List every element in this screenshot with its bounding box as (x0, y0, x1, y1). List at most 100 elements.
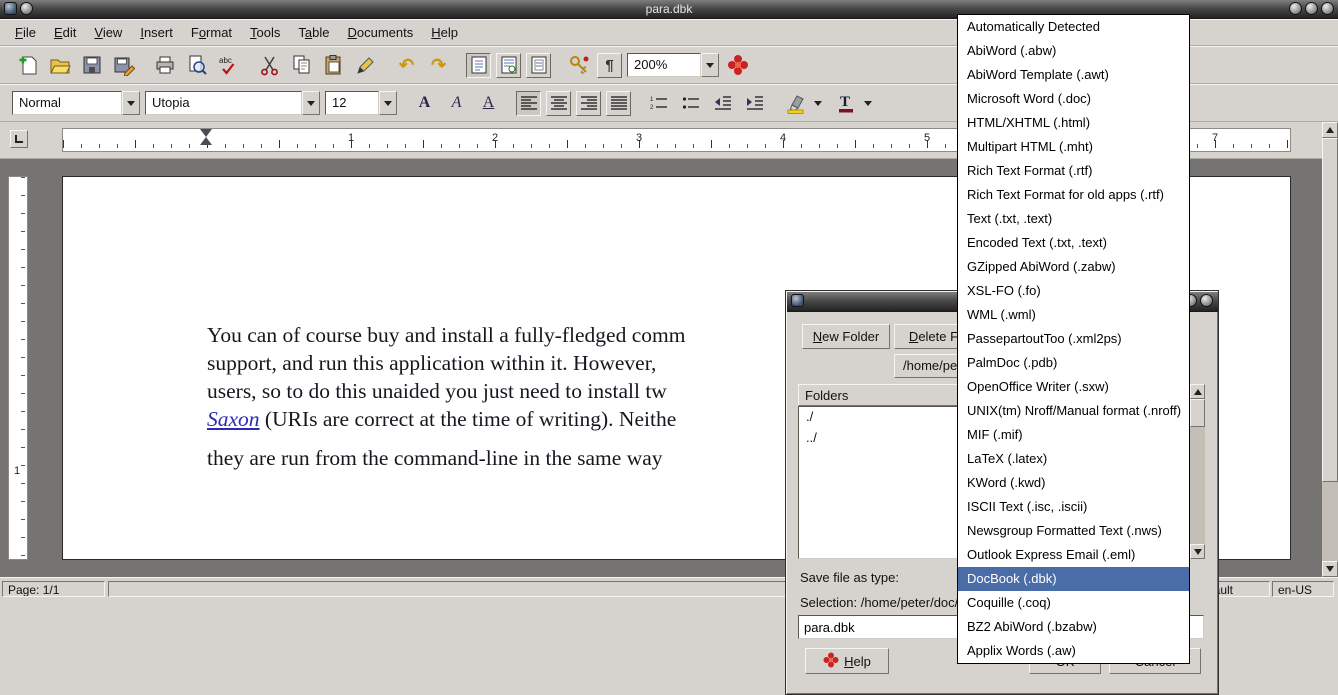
underline-button[interactable]: A (475, 90, 502, 117)
scrollbar-thumb[interactable] (1322, 138, 1338, 482)
font-color-dropdown-button[interactable] (859, 91, 877, 115)
file-type-option[interactable]: Applix Words (.aw) (958, 639, 1189, 663)
decrease-indent-button[interactable] (709, 90, 736, 117)
size-select[interactable]: 12 (325, 91, 397, 115)
bold-button[interactable]: A (411, 90, 438, 117)
save-as-button[interactable] (110, 52, 137, 79)
print-button[interactable] (151, 52, 178, 79)
style-dropdown-button[interactable] (122, 91, 140, 115)
file-type-option[interactable]: MIF (.mif) (958, 423, 1189, 447)
file-type-option[interactable]: Microsoft Word (.doc) (958, 87, 1189, 111)
abiword-help-button[interactable] (724, 52, 751, 79)
file-type-option[interactable]: PalmDoc (.pdb) (958, 351, 1189, 375)
file-type-option[interactable]: AbiWord (.abw) (958, 39, 1189, 63)
zoom-dropdown-button[interactable] (701, 53, 719, 77)
size-dropdown-button[interactable] (379, 91, 397, 115)
scroll-down-button[interactable] (1322, 561, 1338, 577)
file-type-option[interactable]: Outlook Express Email (.eml) (958, 543, 1189, 567)
scroll-up-button[interactable] (1322, 122, 1338, 138)
highlight-button[interactable] (782, 90, 809, 117)
close-button[interactable] (1200, 294, 1213, 307)
font-color-button[interactable]: T (832, 90, 859, 117)
file-type-option[interactable]: XSL-FO (.fo) (958, 279, 1189, 303)
file-type-option[interactable]: Encoded Text (.txt, .text) (958, 231, 1189, 255)
saxon-hyperlink[interactable]: Saxon (207, 407, 260, 431)
file-type-option[interactable]: Rich Text Format for old apps (.rtf) (958, 183, 1189, 207)
file-type-option[interactable]: AbiWord Template (.awt) (958, 63, 1189, 87)
paste-button[interactable] (320, 52, 347, 79)
font-dropdown-button[interactable] (302, 91, 320, 115)
help-button[interactable]: Help (805, 648, 889, 674)
file-type-option[interactable]: Multipart HTML (.mht) (958, 135, 1189, 159)
view-web-button[interactable] (496, 53, 521, 78)
file-type-option[interactable]: WML (.wml) (958, 303, 1189, 327)
show-formatting-button[interactable]: ¶ (597, 53, 622, 78)
file-type-option[interactable]: Text (.txt, .text) (958, 207, 1189, 231)
redo-button[interactable]: ↷ (425, 52, 452, 79)
menu-format[interactable]: Format (182, 21, 241, 44)
file-type-option[interactable]: Newsgroup Formatted Text (.nws) (958, 519, 1189, 543)
vertical-ruler[interactable]: 1 (8, 176, 28, 560)
scroll-down-button[interactable] (1190, 544, 1205, 559)
file-type-option[interactable]: BZ2 AbiWord (.bzabw) (958, 615, 1189, 639)
align-left-button[interactable] (516, 91, 541, 116)
file-type-option[interactable]: DocBook (.dbk) (958, 567, 1189, 591)
undo-button[interactable]: ↶ (393, 52, 420, 79)
file-type-option[interactable]: PassepartoutToo (.xml2ps) (958, 327, 1189, 351)
scroll-up-button[interactable] (1190, 384, 1205, 399)
style-select[interactable]: Normal (12, 91, 140, 115)
file-type-option[interactable]: Rich Text Format (.rtf) (958, 159, 1189, 183)
menu-edit[interactable]: Edit (45, 21, 85, 44)
italic-button[interactable]: A (443, 90, 470, 117)
file-type-option[interactable]: ISCII Text (.isc, .iscii) (958, 495, 1189, 519)
print-preview-button[interactable] (183, 52, 210, 79)
increase-indent-button[interactable] (741, 90, 768, 117)
align-center-button[interactable] (546, 91, 571, 116)
menu-file[interactable]: File (6, 21, 45, 44)
tab-stop-selector[interactable] (10, 130, 28, 148)
edit-pen-button[interactable] (352, 52, 379, 79)
files-scrollbar[interactable] (1190, 384, 1205, 559)
language-indicator[interactable]: en-US (1272, 581, 1334, 597)
vertical-scrollbar[interactable] (1322, 122, 1338, 577)
numbered-list-button[interactable]: 12 (645, 90, 672, 117)
first-line-indent-marker[interactable] (200, 129, 212, 137)
font-select[interactable]: Utopia (145, 91, 320, 115)
file-type-option[interactable]: GZipped AbiWord (.zabw) (958, 255, 1189, 279)
align-justify-button[interactable] (606, 91, 631, 116)
new-folder-button[interactable]: New Folder (802, 324, 890, 349)
file-type-option[interactable]: UNIX(tm) Nroff/Manual format (.nroff) (958, 399, 1189, 423)
file-type-option[interactable]: LaTeX (.latex) (958, 447, 1189, 471)
maximize-button[interactable] (1305, 2, 1318, 15)
menu-tools[interactable]: Tools (241, 21, 289, 44)
minimize-button[interactable] (1289, 2, 1302, 15)
zoom-select[interactable]: 200% (627, 53, 719, 77)
new-document-button[interactable] (14, 52, 41, 79)
close-button[interactable] (1321, 2, 1334, 15)
left-indent-marker[interactable] (200, 137, 212, 145)
bullet-list-button[interactable] (677, 90, 704, 117)
menu-insert[interactable]: Insert (131, 21, 182, 44)
scrollbar-thumb[interactable] (1190, 399, 1205, 427)
window-menu-icon[interactable] (791, 294, 804, 307)
key-icon (568, 54, 590, 76)
highlight-dropdown-button[interactable] (809, 91, 827, 115)
view-print-button[interactable] (526, 53, 551, 78)
file-type-option[interactable]: Automatically Detected (958, 15, 1189, 39)
align-right-button[interactable] (576, 91, 601, 116)
view-normal-button[interactable] (466, 53, 491, 78)
file-type-option[interactable]: OpenOffice Writer (.sxw) (958, 375, 1189, 399)
file-type-option[interactable]: HTML/XHTML (.html) (958, 111, 1189, 135)
file-type-option[interactable]: Coquille (.coq) (958, 591, 1189, 615)
save-button[interactable] (78, 52, 105, 79)
spellcheck-button[interactable]: abc (215, 52, 242, 79)
file-type-option[interactable]: KWord (.kwd) (958, 471, 1189, 495)
menu-view[interactable]: View (85, 21, 131, 44)
menu-documents[interactable]: Documents (339, 21, 423, 44)
cut-button[interactable] (256, 52, 283, 79)
menu-table[interactable]: Table (289, 21, 338, 44)
menu-help[interactable]: Help (422, 21, 467, 44)
insert-hyperlink-button[interactable] (565, 52, 592, 79)
copy-button[interactable] (288, 52, 315, 79)
open-button[interactable] (46, 52, 73, 79)
